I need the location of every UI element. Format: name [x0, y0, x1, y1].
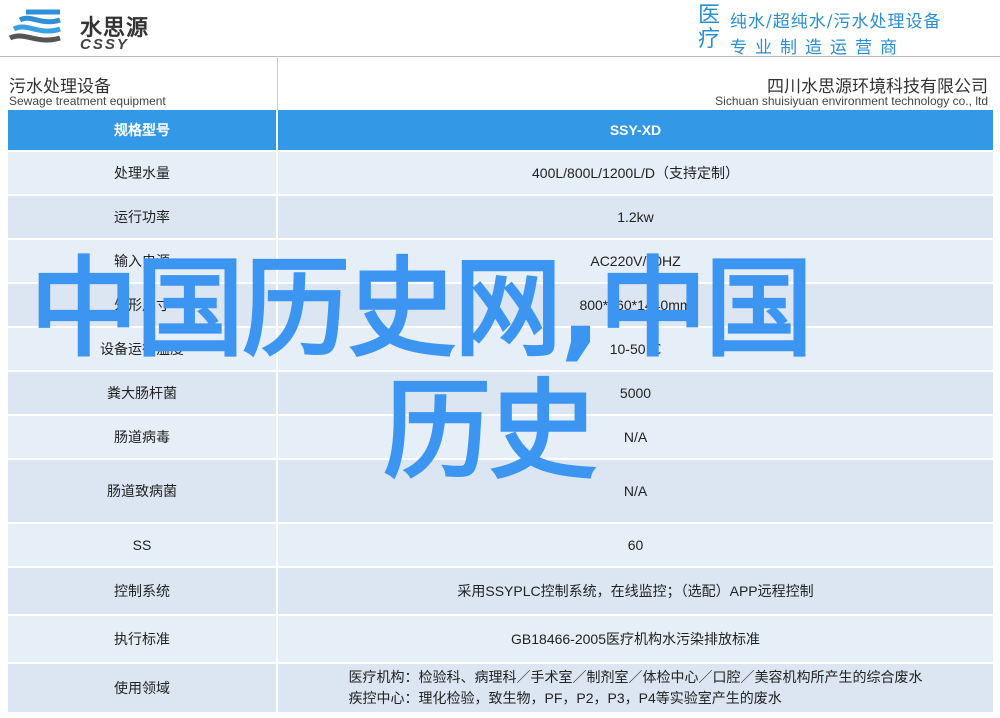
- spec-label: 规格型号: [8, 110, 278, 152]
- table-row: 运行功率 1.2kw: [8, 196, 993, 240]
- table-row: 肠道病毒 N/A: [8, 416, 993, 460]
- spec-label: 运行功率: [8, 196, 278, 240]
- spec-value: GB18466-2005医疗机构水污染排放标准: [278, 616, 993, 664]
- page-subtitle: Sewage treatment equipment: [9, 94, 166, 108]
- table-row: 肠道致病菌 N/A: [8, 460, 993, 524]
- spec-value: 5000: [278, 372, 993, 416]
- spec-label: SS: [8, 524, 278, 568]
- table-row: 外形尺寸 800*960*1440mm: [8, 284, 993, 328]
- table-header-row: 规格型号 SSY-XD: [8, 110, 993, 152]
- spec-value: 60: [278, 524, 993, 568]
- table-row: 处理水量 400L/800L/1200L/D（支持定制）: [8, 152, 993, 196]
- spec-value-multiline: 医疗机构：检验科、病理科／手术室／制剂室／体检中心／口腔／美容机构所产生的综合废…: [278, 664, 993, 714]
- spec-label: 粪大肠杆菌: [8, 372, 278, 416]
- table-row: 控制系统 采用SSYPLC控制系统，在线监控；（选配）APP远程控制: [8, 568, 993, 616]
- spec-label: 控制系统: [8, 568, 278, 616]
- spec-label: 输入电源: [8, 240, 278, 284]
- spec-value-line-1: 医疗机构：检验科、病理科／手术室／制剂室／体检中心／口腔／美容机构所产生的综合废…: [348, 669, 923, 685]
- table-row: 输入电源 AC220V/50HZ: [8, 240, 993, 284]
- spec-value: 采用SSYPLC控制系统，在线监控；（选配）APP远程控制: [278, 568, 993, 616]
- spec-value-lines: 医疗机构：检验科、病理科／手术室／制剂室／体检中心／口腔／美容机构所产生的综合废…: [349, 667, 923, 709]
- water-wave-logo-icon: [8, 9, 61, 43]
- table-row: 执行标准 GB18466-2005医疗机构水污染排放标准: [8, 616, 993, 664]
- spec-value: N/A: [278, 460, 993, 524]
- spec-label: 使用领域: [8, 664, 278, 714]
- logo-english-text: CSSY: [80, 36, 129, 53]
- spec-value-line-2: 疾控中心：理化检验，致生物，PF，P2，P3，P4等实验室产生的废水: [348, 690, 782, 706]
- brand-logo[interactable]: 水思源 CSSY: [8, 6, 168, 54]
- spec-value: 10-50℃: [278, 328, 993, 372]
- table-row: SS 60: [8, 524, 993, 568]
- slogan-line-2: 专业制造运营商: [730, 38, 905, 58]
- title-column-divider: [277, 56, 278, 112]
- company-name-english: Sichuan shuisiyuan environment technolog…: [715, 94, 988, 108]
- spec-label: 执行标准: [8, 616, 278, 664]
- header-slogan: 医疗 纯水/超纯水/污水处理设备 专业制造运营商: [696, 3, 996, 59]
- spec-table: 规格型号 SSY-XD 处理水量 400L/800L/1200L/D（支持定制）…: [8, 110, 993, 714]
- spec-value: AC220V/50HZ: [278, 240, 993, 284]
- slogan-line-1: 纯水/超纯水/污水处理设备: [730, 12, 942, 32]
- spec-label: 肠道病毒: [8, 416, 278, 460]
- slogan-side-text: 医疗: [698, 3, 721, 52]
- spec-value: 400L/800L/1200L/D（支持定制）: [278, 152, 993, 196]
- spec-value: SSY-XD: [278, 110, 993, 152]
- table-row: 粪大肠杆菌 5000: [8, 372, 993, 416]
- spec-value: 1.2kw: [278, 196, 993, 240]
- spec-value: 800*960*1440mm: [278, 284, 993, 328]
- spec-label: 肠道致病菌: [8, 460, 278, 524]
- table-row: 设备运行温度 10-50℃: [8, 328, 993, 372]
- header-divider: [0, 56, 1000, 57]
- spec-label: 处理水量: [8, 152, 278, 196]
- spec-label: 外形尺寸: [8, 284, 278, 328]
- spec-value: N/A: [278, 416, 993, 460]
- spec-label: 设备运行温度: [8, 328, 278, 372]
- table-row: 使用领域 医疗机构：检验科、病理科／手术室／制剂室／体检中心／口腔／美容机构所产…: [8, 664, 993, 714]
